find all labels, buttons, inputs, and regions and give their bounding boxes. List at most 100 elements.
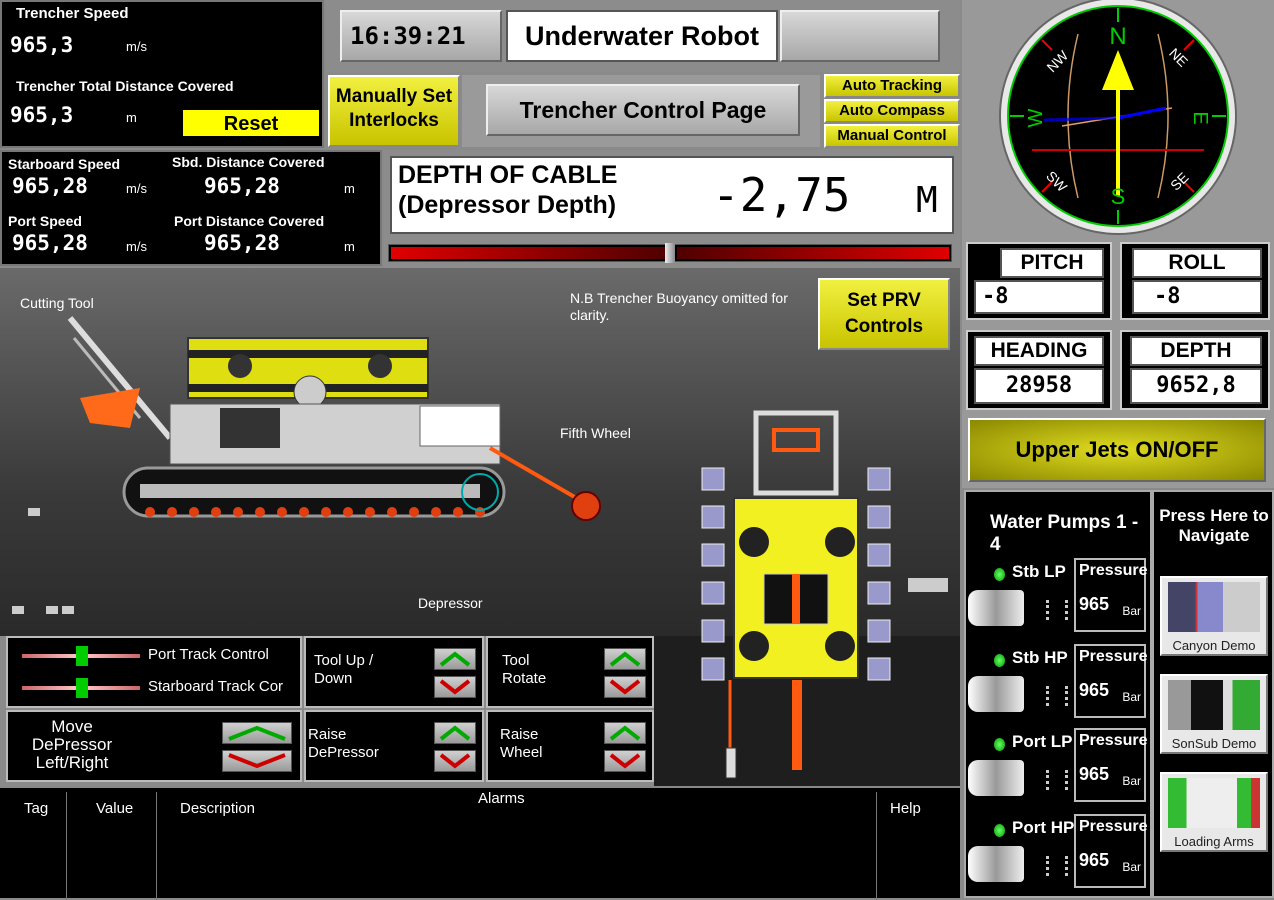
tool-down-button[interactable] xyxy=(434,676,476,698)
chevron-down-icon xyxy=(439,753,471,769)
manual-control-button[interactable]: Manual Control xyxy=(824,124,960,148)
nav-sonsub-demo[interactable]: SonSub Demo xyxy=(1160,674,1268,754)
alarms-col-description: Description xyxy=(180,800,256,817)
pump-name: Port HP xyxy=(1012,818,1075,837)
nav-canyon-demo[interactable]: Canyon Demo xyxy=(1160,576,1268,656)
nav-canyon-label: Canyon Demo xyxy=(1172,638,1256,653)
pump-name: Stb HP xyxy=(1012,648,1068,667)
pump-name: Stb LP xyxy=(1012,562,1066,581)
nav-sonsub-label: SonSub Demo xyxy=(1171,736,1257,751)
pitch-label: PITCH xyxy=(1000,248,1104,278)
trencher-speed-label: Trencher Speed xyxy=(16,5,129,22)
roll-label: ROLL xyxy=(1132,248,1262,278)
nav-loading-thumb xyxy=(1168,778,1260,828)
stbd-distance-label: Sbd. Distance Covered xyxy=(172,154,325,170)
stbd-track-label: Starboard Track Cor xyxy=(148,678,284,695)
compass-w: W xyxy=(1025,108,1047,127)
chevron-up-icon xyxy=(228,725,286,741)
compass-svg: N S W E NW NE SW SE xyxy=(999,0,1237,235)
pump-status-led xyxy=(994,568,1005,581)
depressor-left-button[interactable] xyxy=(222,722,292,744)
alarms-col-value: Value xyxy=(96,800,134,817)
pump-pressure-value: 965 xyxy=(1079,764,1110,784)
trencher-side-view xyxy=(67,316,601,521)
alarms-col-tag: Tag xyxy=(24,800,49,817)
pump-valve-icon[interactable] xyxy=(968,590,1024,626)
depth-slider-handle[interactable] xyxy=(665,243,675,263)
pump-pressure-value: 965 xyxy=(1079,594,1110,614)
trencher-speed-panel: Trencher Speed 965,3 m/s Trencher Total … xyxy=(0,0,324,148)
depth-cable-unit: M xyxy=(916,180,938,221)
trencher-top-view xyxy=(701,410,891,779)
nav-sonsub-thumb xyxy=(1168,680,1260,730)
port-speed-label: Port Speed xyxy=(8,213,82,229)
stbd-speed-value: 965,28 xyxy=(12,174,88,198)
chevron-up-icon xyxy=(609,651,641,667)
set-prv-button[interactable]: Set PRV Controls xyxy=(818,278,950,350)
set-prv-label: Set PRV Controls xyxy=(844,290,924,337)
pitch-value: -8 xyxy=(974,280,1104,314)
stbd-track-handle[interactable] xyxy=(76,678,88,698)
navigate-panel: Press Here to Navigate Canyon Demo SonSu… xyxy=(1152,490,1274,898)
manual-interlocks-button[interactable]: Manually Set Interlocks xyxy=(328,75,460,147)
move-depressor-panel: Move DePressor Left/Right xyxy=(6,710,302,782)
total-distance-label: Trencher Total Distance Covered xyxy=(16,78,234,94)
chevron-up-icon xyxy=(609,725,641,741)
heading-value: 28958 xyxy=(974,368,1104,404)
compass-n: N xyxy=(1109,23,1126,50)
compass-panel: N S W E NW NE SW SE xyxy=(962,0,1274,238)
tool-rotate-label: Tool Rotate xyxy=(502,652,547,687)
alarms-col-divider-2 xyxy=(156,792,157,900)
pump-pressure-label: Pressure xyxy=(1079,648,1148,665)
pump-pressure-box: Pressure 965 Bar xyxy=(1074,558,1148,632)
port-distance-value: 965,28 xyxy=(204,231,280,255)
pump-status-led xyxy=(994,738,1005,751)
depth-bar-right xyxy=(677,247,949,259)
nav-canyon-thumb xyxy=(1168,582,1260,632)
track-speeds-panel: Starboard Speed 965,28 m/s Sbd. Distance… xyxy=(0,150,382,266)
heading-label: HEADING xyxy=(974,336,1104,366)
tool-up-button[interactable] xyxy=(434,648,476,670)
reset-button[interactable]: Reset xyxy=(182,109,320,137)
pump-valve-icon[interactable] xyxy=(968,676,1024,712)
page-title: Trencher Control Page xyxy=(486,84,800,136)
raise-depressor-up-button[interactable] xyxy=(434,722,476,744)
pump-pressure-label: Pressure xyxy=(1079,818,1148,835)
clock-display: 16:39:21 xyxy=(340,10,502,62)
tool-rotate-panel: Tool Rotate xyxy=(486,636,654,708)
nav-loading-arms[interactable]: Loading Arms xyxy=(1160,772,1268,852)
alarms-col-divider-1 xyxy=(66,792,67,900)
move-depressor-label: Move DePressor Left/Right xyxy=(31,717,113,772)
pump-pressure-unit: Bar xyxy=(1122,604,1141,618)
pump-spray-icon xyxy=(1046,770,1068,790)
stbd-speed-label: Starboard Speed xyxy=(8,156,121,172)
pump-pressure-unit: Bar xyxy=(1122,690,1141,704)
alarms-title: Alarms xyxy=(478,790,525,807)
total-distance-unit: m xyxy=(126,110,137,125)
auto-tracking-button[interactable]: Auto Tracking xyxy=(824,74,960,98)
upper-jets-button[interactable]: Upper Jets ON/OFF xyxy=(968,418,1266,482)
pump-valve-icon[interactable] xyxy=(968,846,1024,882)
nav-loading-label: Loading Arms xyxy=(1174,834,1254,849)
pump-valve-icon[interactable] xyxy=(968,760,1024,796)
port-track-handle[interactable] xyxy=(76,646,88,666)
raise-depressor-down-button[interactable] xyxy=(434,750,476,772)
stbd-speed-unit: m/s xyxy=(126,181,147,196)
compass-s: S xyxy=(1111,184,1126,209)
depth-cable-label-2: (Depressor Depth) xyxy=(398,191,617,219)
depressor-right-button[interactable] xyxy=(222,750,292,772)
tool-rotate-up-button[interactable] xyxy=(604,648,646,670)
port-distance-label: Port Distance Covered xyxy=(174,213,325,229)
trencher-speed-value: 965,3 xyxy=(10,33,74,57)
port-distance-unit: m xyxy=(344,239,355,254)
raise-wheel-label: Raise Wheel xyxy=(500,726,543,761)
pump-spray-icon xyxy=(1046,856,1068,876)
raise-wheel-up-button[interactable] xyxy=(604,722,646,744)
tool-rotate-down-button[interactable] xyxy=(604,676,646,698)
pump-status-led xyxy=(994,654,1005,667)
diagram-marker-1 xyxy=(28,508,40,516)
raise-wheel-down-button[interactable] xyxy=(604,750,646,772)
depth-cable-bar xyxy=(388,243,952,263)
auto-compass-button[interactable]: Auto Compass xyxy=(824,99,960,123)
total-distance-value: 965,3 xyxy=(10,103,74,127)
